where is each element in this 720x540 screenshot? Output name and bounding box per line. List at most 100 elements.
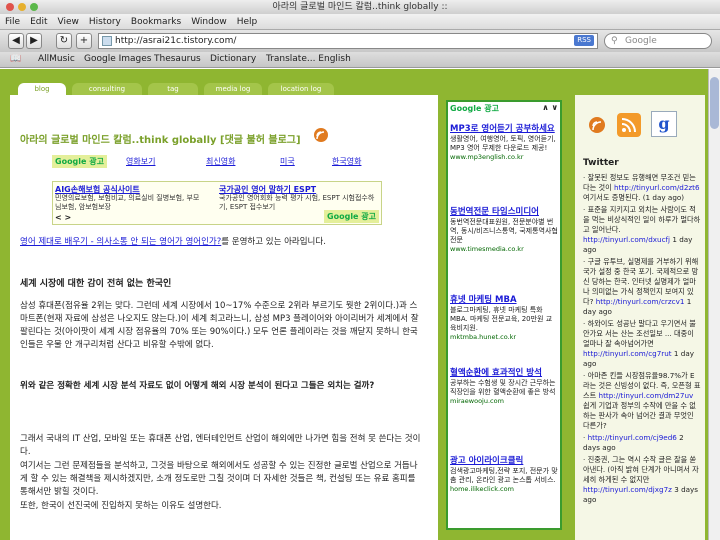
ad-url: home.ilikeclick.com	[450, 485, 514, 493]
ad-banner: AIG손해보험 공식사이트 민영의료보험, 보험비교, 의료실비 질병보험, 부…	[52, 181, 382, 225]
ad-column-brand: Google 광고	[450, 104, 499, 113]
ad-link[interactable]: 한국영화	[332, 156, 361, 167]
post-paragraph: 여기서는 그런 문제점들을 분석하고, 그것을 바탕으로 해외에서도 성공할 수…	[20, 461, 418, 497]
tweet-link[interactable]: http://tinyurl.com/djxg7z	[583, 485, 672, 494]
tab-media-log[interactable]: media log	[204, 83, 262, 95]
menu-bookmarks[interactable]: Bookmarks	[126, 14, 186, 30]
tab-consulting[interactable]: consulting	[72, 83, 142, 95]
tweet-item: · 표준을 지키지고 외치는 사람이도 적을 먹는 비상식적인 일이 하루가 멀…	[583, 205, 701, 254]
rss-squirrel-icon	[310, 123, 332, 143]
ad-column-header: Google 광고 ∧ ∨	[448, 102, 560, 114]
tweet-text: 표준을 지키지고 외치는 사람이도 적을 먹는 비상식적인 일이 하루가 멀다하…	[583, 205, 701, 234]
ad-title[interactable]: 휴넷 마케팅 MBA	[450, 295, 558, 306]
minimize-window-button[interactable]	[18, 3, 26, 11]
menu-history[interactable]: History	[84, 14, 126, 30]
ad-banner-nav[interactable]: < >	[55, 213, 71, 222]
intro-link[interactable]: 영어 제대로 배우기 - 의사소통 안 되는 영어가 영어인가?	[20, 237, 221, 247]
google-icon[interactable]: g	[651, 111, 677, 137]
menu-help[interactable]: Help	[232, 14, 263, 30]
ad-links-brand: Google 광고	[52, 155, 107, 168]
ad-banner-left-desc: 민영의료보험, 보험비교, 의료실비 질병보험, 부모님보험, 암보험보장	[55, 194, 200, 211]
menu-file[interactable]: File	[0, 14, 25, 30]
bookmark-translate[interactable]: Translate... English	[266, 54, 351, 64]
ad-title[interactable]: MP3로 영어듣기 공부하세요	[450, 124, 558, 135]
zoom-window-button[interactable]	[30, 3, 38, 11]
rss-squirrel-icon[interactable]	[585, 113, 609, 135]
tweet-item: · http://tinyurl.com/cj9ed6 2 days ago	[583, 433, 684, 452]
open-book-icon[interactable]: 📖	[10, 54, 21, 64]
address-bar[interactable]: http://asrai21c.tistory.com/ RSS	[98, 33, 598, 49]
ad-title[interactable]: 광고 아이라이크클릭	[450, 456, 558, 467]
twitter-heading: Twitter	[583, 158, 619, 168]
ad-desc: 공부하는 수험생 및 장시간 근무하는 직장인을 위한 혈액순환에 좋은 방석	[450, 379, 556, 396]
vertical-scrollbar[interactable]	[708, 69, 720, 540]
post-intro: 영어 제대로 배우기 - 의사소통 안 되는 영어가 영어인가?를 운영하고 있…	[20, 235, 430, 247]
site-icon	[102, 36, 112, 46]
tab-location-log[interactable]: location log	[268, 83, 334, 95]
close-window-button[interactable]	[6, 3, 14, 11]
search-icon: ⚲	[611, 36, 618, 46]
tweet-item: · 아마존 킨들 시장점유율98.7%가 E라는 것은 신빙성이 없다. 즉, …	[583, 371, 701, 430]
bookmark-thesaurus[interactable]: Thesaurus	[154, 54, 201, 64]
post-heading: 세계 시장에 대한 감이 전혀 없는 한국인	[20, 279, 172, 289]
ad-title[interactable]: 동번역전문 타임스미디어	[450, 207, 558, 218]
bookmarks-bar: 📖 AllMusic Google Images Thesaurus Dicti…	[0, 52, 720, 68]
ad-url: www.timesmedia.co.kr	[450, 245, 524, 253]
back-button[interactable]: ◀	[8, 33, 24, 49]
tweet-link[interactable]: http://tinyurl.com/cg7rut	[583, 349, 672, 358]
scrollbar-thumb[interactable]	[710, 77, 719, 129]
bookmark-dictionary[interactable]: Dictionary	[210, 54, 256, 64]
bookmark-allmusic[interactable]: AllMusic	[38, 54, 75, 64]
tweet-link[interactable]: http://tinyurl.com/crzcv1	[596, 297, 685, 306]
ad-url: www.mp3english.co.kr	[450, 153, 524, 161]
forward-button[interactable]: ▶	[26, 33, 42, 49]
ad-link[interactable]: 최신영화	[206, 156, 235, 167]
ad-link[interactable]: 영화보기	[126, 156, 155, 167]
ad-links-bar: Google 광고 영화보기 최신영화 미국 한국영화	[52, 155, 422, 169]
post-heading: 위와 같은 정확한 세계 시장 분석 자료도 없이 어떻게 해외 시장 분석이 …	[20, 381, 375, 391]
tweet-item: · 진중권, 그는 역시 수작 글은 잘을 쏟아낸다. (아직 밝혀 단계가 아…	[583, 455, 699, 504]
tweet-time: 여기서도 증명된다. (1 day ago)	[583, 193, 685, 202]
bookmark-google-images[interactable]: Google Images	[84, 54, 151, 64]
ad-item[interactable]: 휴넷 마케팅 MBA 블로그마케팅, 휴넷 마케팅 특화 MBA. 마케팅 전문…	[450, 295, 558, 341]
tweet-link[interactable]: http://tinyurl.com/dxucfj	[583, 235, 670, 244]
rss-button[interactable]: RSS	[574, 35, 594, 46]
menu-edit[interactable]: Edit	[25, 14, 52, 30]
ad-banner-brand: Google 광고	[324, 210, 379, 223]
ad-column-nav[interactable]: ∧ ∨	[542, 103, 558, 112]
menu-bar: File Edit View History Bookmarks Window Help	[0, 14, 720, 30]
ad-desc: 생활영어, 여행영어, 토픽, 영어듣기, MP3 영어 무제한 다운로드 제공…	[450, 135, 556, 152]
window-titlebar: 아라의 글로벌 마인드 칼럼..think globally ::	[0, 0, 720, 14]
address-url: http://asrai21c.tistory.com/	[115, 36, 237, 46]
menu-view[interactable]: View	[53, 14, 84, 30]
tweet-link[interactable]: http://tinyurl.com/cj9ed6	[588, 433, 677, 442]
tweet-time: 쉽게 기업과 정부의 수작에 만을 수 없하는 판사가 속아 넘어간 결과 무엇…	[583, 401, 696, 430]
tweet-item: · 하와이도 성공난 말다고 우기면서 불안가요 서는 산는 조선일보 ... …	[583, 319, 696, 368]
reload-button[interactable]: ↻	[56, 33, 72, 49]
ad-item[interactable]: 혈액순환에 효과적인 방석 공부하는 수험생 및 장시간 근무하는 직장인을 위…	[450, 368, 558, 405]
ad-column: Google 광고 ∧ ∨ MP3로 영어듣기 공부하세요 생활영어, 여행영어…	[446, 100, 562, 530]
search-input[interactable]: ⚲ Google	[604, 33, 712, 49]
ad-title[interactable]: 혈액순환에 효과적인 방석	[450, 368, 558, 379]
ad-desc: 검색광고마케팅,전략 포지, 전문가 맞춤 관리, 온라인 광고 논스톱 서비스…	[450, 467, 558, 484]
ad-item[interactable]: 광고 아이라이크클릭 검색광고마케팅,전략 포지, 전문가 맞춤 관리, 온라인…	[450, 456, 558, 493]
window-title: 아라의 글로벌 마인드 칼럼..think globally ::	[272, 2, 448, 12]
add-bookmark-button[interactable]: +	[76, 33, 92, 49]
ad-desc: 동번역전문대표원원, 전문분야별 번역, 동시/비즈니스통역, 국제통역사협전문	[450, 218, 558, 244]
ad-link[interactable]: 미국	[280, 156, 295, 167]
tweet-link[interactable]: http://tinyurl.com/dm27uv	[599, 391, 694, 400]
tab-blog[interactable]: blog	[18, 83, 66, 95]
menu-window[interactable]: Window	[186, 14, 232, 30]
blog-title[interactable]: 아라의 글로벌 마인드 칼럼..think globally [댓글 불허 블로…	[20, 131, 301, 146]
post-paragraph: 그래서 국내의 IT 산업, 모바일 또는 휴대폰 산업, 엔터테인먼트 산업이…	[20, 434, 421, 457]
tweet-text: 하와이도 성공난 말다고 우기면서 불안가요 서는 산는 조선일보 ... 대중…	[583, 319, 696, 348]
post-paragraph: 삼성 휴대폰(점유율 2위는 맞다. 그런데 세계 시장에서 10~17% 수준…	[20, 301, 419, 350]
ad-url: miraewooju.com	[450, 397, 504, 405]
tweet-link[interactable]: http://tinyurl.com/d2zt6	[614, 183, 700, 192]
ad-item[interactable]: 동번역전문 타임스미디어 동번역전문대표원원, 전문분야별 번역, 동시/비즈니…	[450, 207, 558, 253]
ad-item[interactable]: MP3로 영어듣기 공부하세요 생활영어, 여행영어, 토픽, 영어듣기, MP…	[450, 124, 558, 161]
tab-tag[interactable]: tag	[148, 83, 198, 95]
search-placeholder: Google	[625, 36, 657, 46]
rss-feed-icon[interactable]	[617, 113, 641, 137]
intro-text: 를 운영하고 있는 아라입니다.	[221, 237, 326, 247]
